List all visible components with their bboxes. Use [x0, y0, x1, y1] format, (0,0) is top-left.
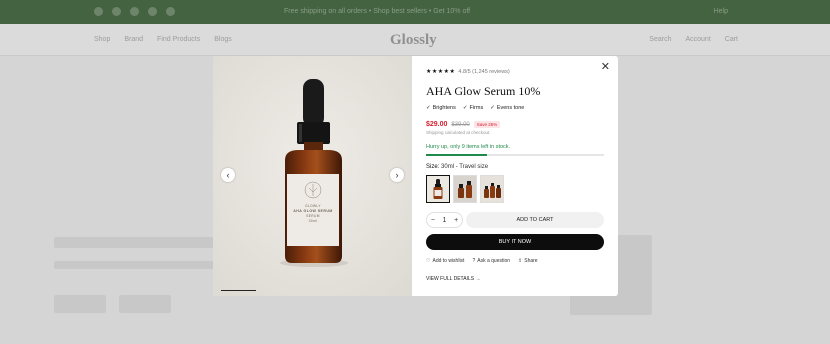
feature-item: ✓ Evens tone — [490, 105, 524, 111]
plus-button[interactable]: + — [454, 217, 458, 224]
check-icon: ✓ — [462, 105, 468, 111]
price-row: $29.00 $39.00 Save 25% — [426, 121, 501, 128]
quantity-value[interactable]: 1 — [443, 217, 447, 224]
quantity-stepper[interactable]: − 1 + — [426, 212, 463, 228]
size-swatch-30ml[interactable] — [426, 175, 450, 203]
product-image — [213, 56, 412, 296]
feature-item: ✓ Firms — [463, 105, 483, 111]
feature-item: ✓ Brightens — [426, 105, 456, 111]
next-image-button[interactable]: › — [390, 168, 404, 182]
share-link[interactable]: ⇪ Share — [518, 258, 538, 264]
stock-progress-fill — [426, 154, 487, 156]
product-features: ✓ Brightens ✓ Firms ✓ Evens tone — [426, 105, 524, 111]
slide-progress-indicator — [221, 289, 256, 291]
previous-image-button[interactable]: ‹ — [221, 168, 235, 182]
sale-price: $29.00 — [426, 121, 448, 128]
question-icon: ? — [472, 258, 476, 264]
product-info: ✕ ★★★★★ 4.8/5 (1,245 reviews) AHA Glow S… — [412, 56, 618, 296]
save-badge: Save 25% — [473, 121, 501, 128]
buy-now-button[interactable]: BUY IT NOW — [426, 234, 604, 250]
stock-progress-bar — [426, 154, 604, 156]
size-label-key: Size: — [426, 164, 440, 170]
wishlist-link[interactable]: ♡ Add to wishlist — [426, 258, 464, 264]
shipping-note: Shipping calculated at checkout. — [426, 130, 491, 135]
heart-icon: ♡ — [426, 258, 431, 264]
feature-label: Evens tone — [496, 105, 525, 111]
check-icon: ✓ — [490, 105, 495, 111]
size-label-value: 30ml - Travel size — [441, 164, 489, 170]
close-button[interactable]: ✕ — [601, 62, 610, 73]
quick-view-modal: GLOWLY AHA GLOW SERUM SERUM 30ml ‹ › ✕ ★… — [213, 56, 618, 296]
bottle-label-text: GLOWLY AHA GLOW SERUM SERUM 30ml — [287, 204, 339, 224]
star-rating-icon: ★★★★★ — [426, 69, 456, 75]
share-icon: ⇪ — [518, 258, 523, 264]
size-swatches — [426, 175, 504, 203]
add-to-cart-button[interactable]: ADD TO CART — [466, 212, 604, 228]
check-icon: ✓ — [426, 105, 431, 111]
size-swatch-option-2[interactable] — [453, 175, 477, 203]
product-rating[interactable]: ★★★★★ 4.8/5 (1,245 reviews) — [426, 68, 510, 76]
feature-label: Brightens — [432, 105, 456, 111]
rating-text: 4.8/5 (1,245 reviews) — [458, 68, 510, 75]
product-title: AHA Glow Serum 10% — [426, 84, 541, 98]
chevron-right-icon: › — [395, 169, 399, 180]
close-icon: ✕ — [600, 61, 610, 73]
feature-label: Firms — [469, 105, 484, 111]
share-label: Share — [524, 258, 538, 264]
swatch-bottle-image — [427, 176, 449, 202]
minus-button[interactable]: − — [431, 217, 435, 224]
ask-question-link[interactable]: ? Ask a question — [472, 258, 510, 264]
product-media: GLOWLY AHA GLOW SERUM SERUM 30ml ‹ › — [213, 56, 412, 296]
wishlist-label: Add to wishlist — [432, 258, 465, 264]
stock-message: Hurry up, only 9 items left in stock. — [426, 144, 511, 150]
swatch-bottles-image — [481, 176, 503, 202]
bottle-label-volume: 30ml — [308, 219, 318, 223]
compare-price: $39.00 — [451, 121, 470, 128]
view-full-details-link[interactable]: VIEW FULL DETAILS → — [426, 276, 480, 282]
swatch-bottles-image — [454, 176, 476, 202]
size-swatch-option-3[interactable] — [480, 175, 504, 203]
ask-question-label: Ask a question — [477, 258, 511, 264]
chevron-left-icon: ‹ — [226, 169, 230, 180]
product-links: ♡ Add to wishlist ? Ask a question ⇪ Share — [426, 258, 538, 264]
size-label: Size: 30ml - Travel size — [426, 164, 488, 170]
